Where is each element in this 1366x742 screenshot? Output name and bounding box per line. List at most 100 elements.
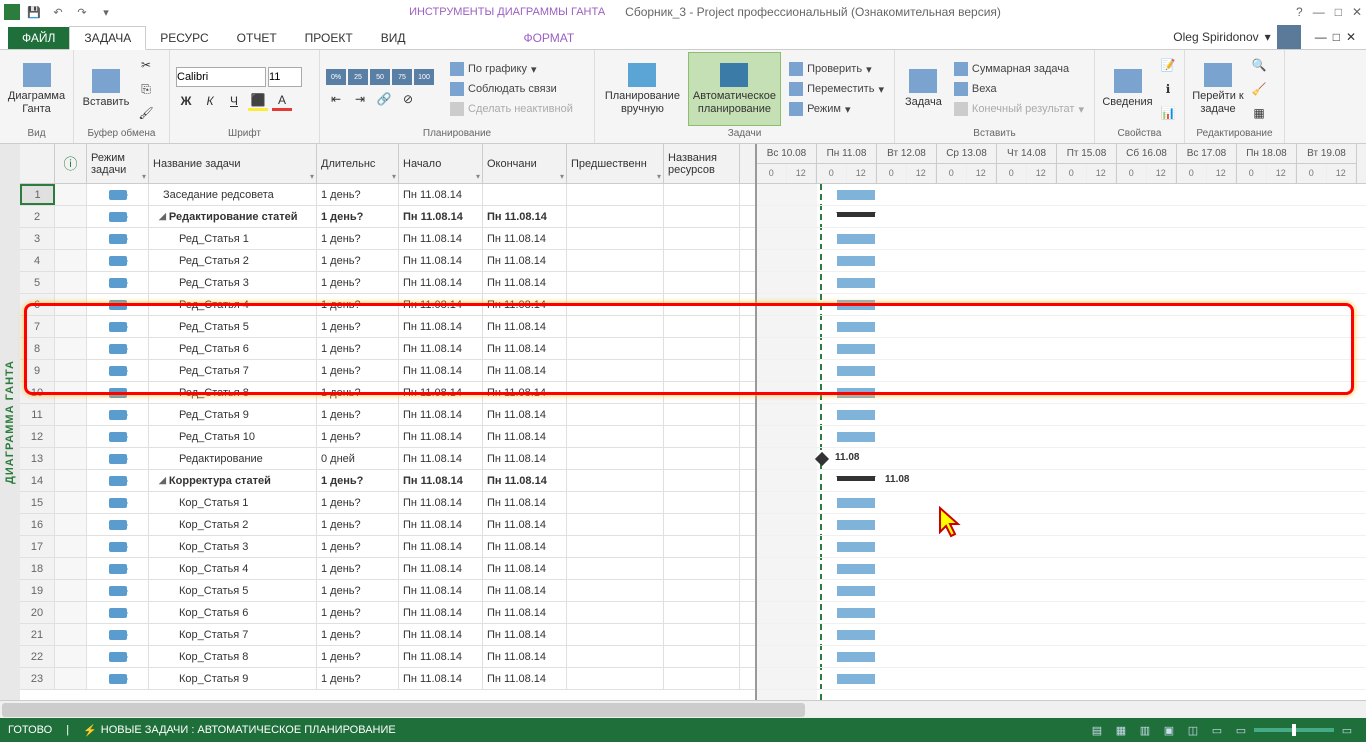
- task-bar[interactable]: [837, 256, 875, 266]
- row-resources[interactable]: [664, 470, 740, 491]
- notes-icon[interactable]: 📝: [1158, 55, 1178, 75]
- row-id[interactable]: 23: [20, 668, 55, 689]
- row-finish[interactable]: Пн 11.08.14: [483, 558, 567, 579]
- row-mode[interactable]: [87, 184, 149, 205]
- scroll-to-task-button[interactable]: Перейти к задаче: [1191, 52, 1245, 126]
- gantt-row[interactable]: [757, 360, 1366, 382]
- row-name[interactable]: ◢Корректура статей: [149, 470, 317, 491]
- row-duration[interactable]: 1 день?: [317, 250, 399, 271]
- row-resources[interactable]: [664, 272, 740, 293]
- row-info[interactable]: [55, 536, 87, 557]
- window-close-icon[interactable]: ✕: [1346, 30, 1356, 44]
- row-id[interactable]: 4: [20, 250, 55, 271]
- row-resources[interactable]: [664, 514, 740, 535]
- row-mode[interactable]: [87, 492, 149, 513]
- details-button[interactable]: Сведения: [1101, 52, 1154, 126]
- row-info[interactable]: [55, 228, 87, 249]
- row-resources[interactable]: [664, 646, 740, 667]
- manual-planning-button[interactable]: Планирование вручную: [601, 52, 684, 126]
- row-duration[interactable]: 1 день?: [317, 294, 399, 315]
- row-name[interactable]: Ред_Статья 3: [149, 272, 317, 293]
- table-row[interactable]: 9Ред_Статья 71 день?Пн 11.08.14Пн 11.08.…: [20, 360, 755, 382]
- row-name[interactable]: Кор_Статья 6: [149, 602, 317, 623]
- task-bar[interactable]: [837, 388, 875, 398]
- bold-button[interactable]: Ж: [176, 91, 196, 111]
- task-bar[interactable]: [837, 630, 875, 640]
- underline-button[interactable]: Ч: [224, 91, 244, 111]
- row-name[interactable]: Ред_Статья 5: [149, 316, 317, 337]
- table-row[interactable]: 1Заседание редсовета1 день?Пн 11.08.14: [20, 184, 755, 206]
- row-predecessors[interactable]: [567, 294, 664, 315]
- row-predecessors[interactable]: [567, 514, 664, 535]
- zoom-slider[interactable]: [1254, 728, 1334, 732]
- milestone-marker[interactable]: [815, 452, 829, 466]
- row-finish[interactable]: Пн 11.08.14: [483, 228, 567, 249]
- fill-icon[interactable]: ▦: [1249, 103, 1269, 123]
- row-mode[interactable]: [87, 514, 149, 535]
- zoom-in-icon[interactable]: ▭: [1336, 721, 1358, 739]
- row-info[interactable]: [55, 206, 87, 227]
- row-name[interactable]: Кор_Статья 9: [149, 668, 317, 689]
- table-row[interactable]: 21Кор_Статья 71 день?Пн 11.08.14Пн 11.08…: [20, 624, 755, 646]
- scroll-thumb-left[interactable]: [2, 703, 722, 717]
- task-bar[interactable]: [837, 366, 875, 376]
- link-icon[interactable]: 🔗: [374, 89, 394, 109]
- row-start[interactable]: Пн 11.08.14: [399, 646, 483, 667]
- row-id[interactable]: 3: [20, 228, 55, 249]
- view-calendar-icon[interactable]: ▥: [1134, 721, 1156, 739]
- row-start[interactable]: Пн 11.08.14: [399, 558, 483, 579]
- tab-file[interactable]: ФАЙЛ: [8, 27, 69, 49]
- pct-100-button[interactable]: 100: [414, 69, 434, 85]
- row-id[interactable]: 2: [20, 206, 55, 227]
- gantt-row[interactable]: [757, 228, 1366, 250]
- row-predecessors[interactable]: [567, 404, 664, 425]
- task-bar[interactable]: [837, 674, 875, 684]
- row-name[interactable]: Ред_Статья 6: [149, 338, 317, 359]
- save-icon[interactable]: 💾: [26, 4, 42, 20]
- row-resources[interactable]: [664, 228, 740, 249]
- row-duration[interactable]: 1 день?: [317, 426, 399, 447]
- row-resources[interactable]: [664, 492, 740, 513]
- row-predecessors[interactable]: [567, 668, 664, 689]
- gantt-row[interactable]: [757, 558, 1366, 580]
- row-info[interactable]: [55, 668, 87, 689]
- font-name-input[interactable]: [176, 67, 266, 87]
- row-mode[interactable]: [87, 536, 149, 557]
- row-duration[interactable]: 1 день?: [317, 602, 399, 623]
- paste-button[interactable]: Вставить: [80, 52, 132, 126]
- row-duration[interactable]: 1 день?: [317, 382, 399, 403]
- row-finish[interactable]: Пн 11.08.14: [483, 580, 567, 601]
- row-resources[interactable]: [664, 668, 740, 689]
- row-id[interactable]: 15: [20, 492, 55, 513]
- row-info[interactable]: [55, 316, 87, 337]
- row-name[interactable]: Кор_Статья 3: [149, 536, 317, 557]
- help-icon[interactable]: ?: [1296, 5, 1303, 19]
- row-info[interactable]: [55, 404, 87, 425]
- row-id[interactable]: 21: [20, 624, 55, 645]
- table-row[interactable]: 3Ред_Статья 11 день?Пн 11.08.14Пн 11.08.…: [20, 228, 755, 250]
- deliverable-button[interactable]: Конечный результат ▾: [950, 100, 1088, 118]
- task-bar[interactable]: [837, 410, 875, 420]
- gantt-row[interactable]: [757, 492, 1366, 514]
- qat-dropdown-icon[interactable]: ▾: [98, 4, 114, 20]
- row-duration[interactable]: 1 день?: [317, 360, 399, 381]
- summary-bar[interactable]: [837, 212, 875, 217]
- row-duration[interactable]: 1 день?: [317, 624, 399, 645]
- summary-bar[interactable]: [837, 476, 875, 481]
- row-mode[interactable]: [87, 338, 149, 359]
- row-mode[interactable]: [87, 646, 149, 667]
- col-header-duration[interactable]: Длительнс▾: [317, 144, 399, 183]
- row-start[interactable]: Пн 11.08.14: [399, 294, 483, 315]
- row-mode[interactable]: [87, 316, 149, 337]
- row-finish[interactable]: Пн 11.08.14: [483, 272, 567, 293]
- row-resources[interactable]: [664, 426, 740, 447]
- cut-icon[interactable]: ✂: [136, 55, 156, 75]
- respect-links-button[interactable]: Соблюдать связи: [446, 80, 577, 98]
- row-id[interactable]: 22: [20, 646, 55, 667]
- row-predecessors[interactable]: [567, 382, 664, 403]
- row-id[interactable]: 18: [20, 558, 55, 579]
- row-mode[interactable]: [87, 426, 149, 447]
- row-start[interactable]: Пн 11.08.14: [399, 470, 483, 491]
- task-bar[interactable]: [837, 300, 875, 310]
- row-info[interactable]: [55, 338, 87, 359]
